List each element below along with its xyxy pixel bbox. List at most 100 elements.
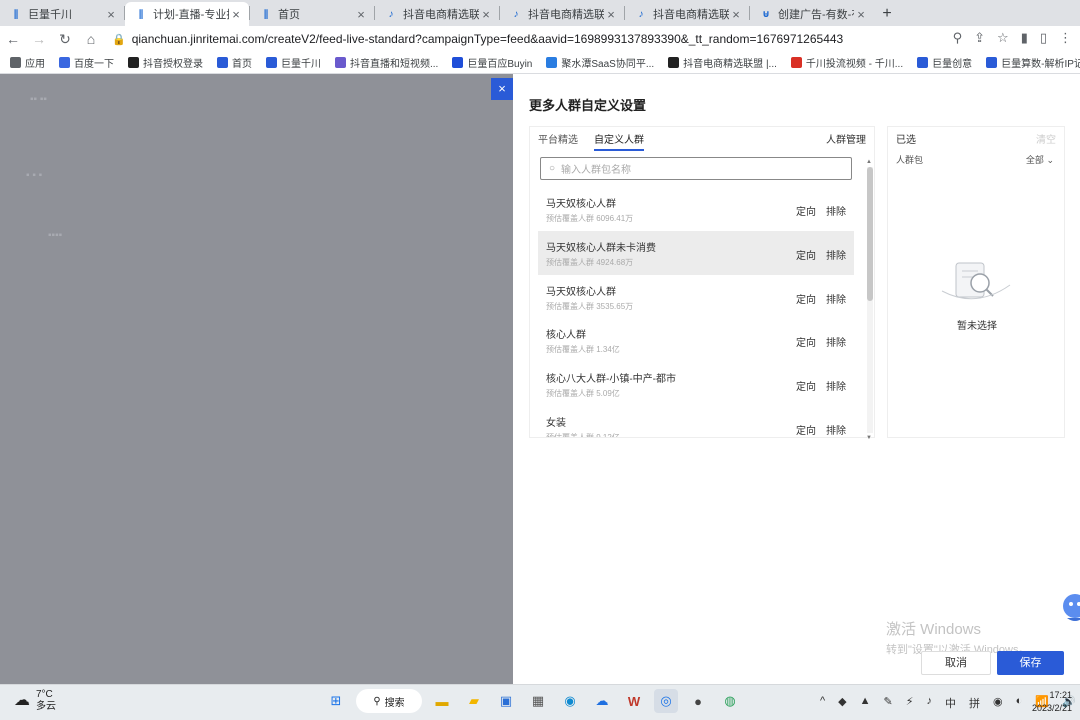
list-scrollbar[interactable]: ▲ ▼ — [866, 159, 873, 441]
bookmark-icon — [546, 57, 558, 68]
browser-tab[interactable]: ♪ 抖音电商精选联盟× — [625, 2, 749, 26]
assistant-float-icon[interactable] — [1057, 590, 1080, 626]
search-icon: ○ — [549, 163, 556, 174]
bookmark-item[interactable]: 巨量创意 — [917, 55, 972, 70]
bookmark-item[interactable]: 应用 — [10, 55, 45, 70]
exclude-button[interactable]: 排除 — [826, 247, 846, 262]
forward-icon[interactable]: → — [26, 31, 52, 47]
bookmark-item[interactable]: 抖音电商精选联盟 |... — [668, 55, 777, 70]
audience-tab[interactable]: 平台精选 — [538, 131, 578, 151]
clock[interactable]: 17:21 2023/2/21 — [1032, 689, 1072, 715]
scroll-down-icon[interactable]: ▼ — [866, 435, 872, 441]
chat-icon[interactable]: ◍ — [718, 689, 742, 713]
app-grid-icon[interactable]: ▦ — [526, 689, 550, 713]
zoom-icon[interactable]: ⚲ — [953, 30, 963, 46]
pinyin-icon[interactable]: 拼 — [969, 695, 980, 711]
audio-icon[interactable]: ♪ — [926, 695, 932, 711]
bookmark-item[interactable]: 千川投流视频 - 千川... — [790, 55, 903, 70]
bookmark-icon — [335, 57, 346, 68]
audience-tab[interactable]: 自定义人群 — [594, 131, 644, 151]
target-button[interactable]: 定向 — [796, 203, 816, 218]
tab-close-icon[interactable]: × — [729, 7, 743, 22]
browser-tab[interactable]: ⊎ 创建广告-有数-有 × — [750, 2, 874, 26]
start-icon[interactable]: ⊞ — [324, 689, 348, 713]
drawer-close-button[interactable]: × — [491, 78, 513, 100]
app-circle-icon[interactable]: ● — [686, 689, 710, 713]
target-button[interactable]: 定向 — [796, 291, 816, 306]
bookmark-item[interactable]: 巨量算数-解析IP记... — [986, 55, 1080, 70]
bookmark-item[interactable]: 百度一下 — [59, 55, 114, 70]
taskbar-search[interactable]: ⚲ 搜索 — [356, 689, 422, 713]
back-icon[interactable]: ← — [0, 31, 26, 47]
modal-backdrop[interactable]: ▪▪ ▪▪ ▪ ▪ ▪ ▪▪▪▪ × — [0, 74, 513, 684]
target-button[interactable]: 定向 — [796, 422, 816, 437]
clear-selection-button[interactable]: 清空 — [1036, 131, 1056, 146]
target-button[interactable]: 定向 — [796, 334, 816, 349]
browser-tab[interactable]: ∥ 首页 × — [250, 2, 374, 26]
audience-row: 女装预估覆盖人群 9.12亿定向排除 — [538, 406, 854, 437]
selected-filter-select[interactable]: 全部 ⌄ — [1026, 153, 1054, 166]
bookmark-item[interactable]: 聚水潭SaaS协同平... — [546, 55, 654, 70]
folder-icon[interactable]: ▰ — [462, 689, 486, 713]
pen-icon[interactable]: ✎ — [884, 695, 893, 711]
exclude-button[interactable]: 排除 — [826, 422, 846, 437]
target-button[interactable]: 定向 — [796, 247, 816, 262]
tab-close-icon[interactable]: × — [854, 7, 868, 22]
sidepanel-icon[interactable]: ▮ — [1021, 30, 1028, 46]
exclude-button[interactable]: 排除 — [826, 203, 846, 218]
bookmark-item[interactable]: 巨量百应Buyin — [452, 55, 532, 70]
browser-tab[interactable]: ∥ 计划-直播-专业推广× — [125, 2, 249, 26]
bookmark-icon — [59, 57, 70, 68]
bookmark-label: 百度一下 — [74, 59, 114, 70]
browser-tab[interactable]: ♪ 抖音电商精选联盟× — [500, 2, 624, 26]
bookmark-item[interactable]: 首页 — [217, 55, 252, 70]
tray-app-icon[interactable]: ◉ — [993, 695, 1003, 711]
search-placeholder: 输入人群包名称 — [561, 165, 632, 176]
cancel-button[interactable]: 取消 — [921, 651, 991, 675]
bookmark-item[interactable]: 抖音直播和短视频... — [335, 55, 438, 70]
audience-search-input[interactable]: ○ 输入人群包名称 — [540, 157, 852, 180]
edge-icon[interactable]: ◉ — [558, 689, 582, 713]
exclude-button[interactable]: 排除 — [826, 334, 846, 349]
bookmark-item[interactable]: 抖音授权登录 — [128, 55, 203, 70]
clock-time: 17:21 — [1049, 690, 1072, 700]
extensions-icon[interactable]: ▯ — [1040, 30, 1047, 46]
weather-widget[interactable]: ☁ 7°C 多云 — [14, 689, 56, 713]
tab-close-icon[interactable]: × — [104, 7, 118, 22]
menu-icon[interactable]: ⋮ — [1059, 30, 1072, 46]
browser-tab[interactable]: ♪ 抖音电商精选联盟× — [375, 2, 499, 26]
cloud-icon[interactable]: ☁ — [590, 689, 614, 713]
tab-close-icon[interactable]: × — [479, 7, 493, 22]
tab-close-icon[interactable]: × — [229, 7, 243, 22]
tab-close-icon[interactable]: × — [354, 7, 368, 22]
tray-app-icon[interactable]: ▲ — [860, 695, 871, 711]
ime-icon[interactable]: 中 — [945, 695, 956, 711]
filter-value: 全部 — [1025, 155, 1044, 165]
target-button[interactable]: 定向 — [796, 378, 816, 393]
browser-tab[interactable]: ∥ 巨量千川 × — [0, 2, 124, 26]
share-icon[interactable]: ⇪ — [974, 30, 985, 46]
chrome-icon[interactable]: ◎ — [654, 689, 678, 713]
exclude-button[interactable]: 排除 — [826, 378, 846, 393]
wps-icon[interactable]: W — [622, 689, 646, 713]
store-icon[interactable]: ▣ — [494, 689, 518, 713]
tab-close-icon[interactable]: × — [604, 7, 618, 22]
address-bar[interactable]: 🔒 qianchuan.jinritemai.com/createV2/feed… — [112, 29, 932, 49]
bookmark-item[interactable]: 巨量千川 — [266, 55, 321, 70]
tray-app-icon[interactable]: ◆ — [838, 695, 846, 711]
tray-overflow-icon[interactable]: ^ — [820, 695, 825, 711]
save-button[interactable]: 保存 — [997, 651, 1064, 675]
file-explorer-icon[interactable]: ▬ — [430, 689, 454, 713]
scrollbar-thumb[interactable] — [867, 167, 873, 301]
audience-manage-link[interactable]: 人群管理 — [826, 131, 866, 146]
exclude-button[interactable]: 排除 — [826, 291, 846, 306]
battery-icon[interactable]: ⚡ — [906, 695, 914, 711]
row-actions: 定向 排除 — [796, 422, 846, 437]
tray-app-icon[interactable]: ◐ — [1016, 695, 1023, 711]
bookmark-star-icon[interactable]: ☆ — [997, 30, 1009, 46]
scroll-up-icon[interactable]: ▲ — [866, 159, 872, 165]
audience-row: 马天奴核心人群未卡消费 预估覆盖人群 4924.68万 定向 排除 — [538, 230, 854, 275]
home-icon[interactable]: ⌂ — [78, 31, 104, 47]
reload-icon[interactable]: ↻ — [52, 31, 78, 48]
new-tab-button[interactable]: + — [874, 2, 900, 26]
